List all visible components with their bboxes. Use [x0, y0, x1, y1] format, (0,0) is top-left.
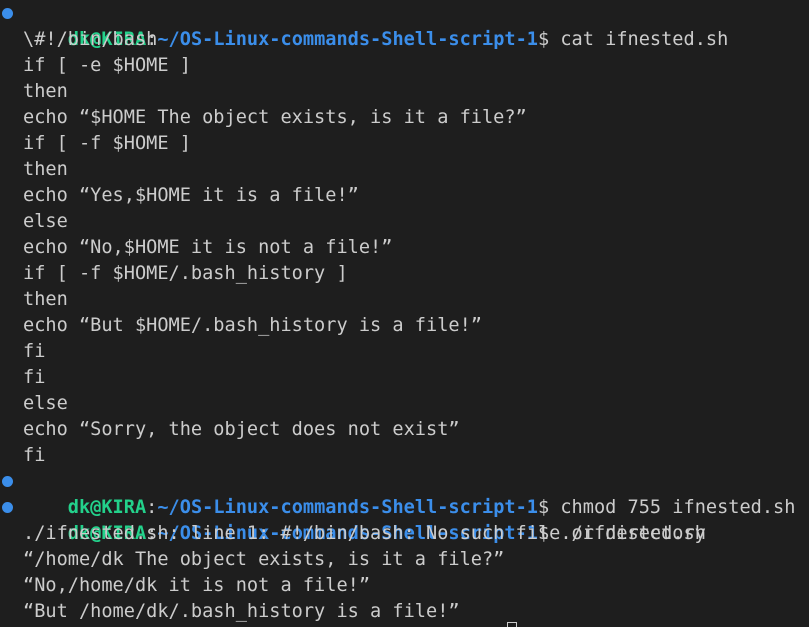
output-line: fi	[23, 341, 46, 362]
command-status-dot-icon[interactable]	[2, 502, 13, 513]
command-status-dot-icon[interactable]	[2, 476, 13, 487]
output-line: then	[23, 289, 68, 310]
output-line: then	[23, 159, 68, 180]
output-line: echo “But $HOME/.bash_history is a file!…	[23, 315, 482, 336]
output-line: echo “Yes,$HOME it is a file!”	[23, 185, 359, 206]
output-line: echo “$HOME The object exists, is it a f…	[23, 107, 527, 128]
output-line: “No,/home/dk it is not a file!”	[23, 575, 371, 596]
output-line: else	[23, 393, 68, 414]
output-line: if [ -f $HOME ]	[23, 133, 191, 154]
output-line: \#!/bin/bash	[23, 29, 158, 50]
prompt-line: dk@KIRA:~/OS-Linux-commands-Shell-script…	[0, 1, 809, 50]
terminal-output: dk@KIRA:~/OS-Linux-commands-Shell-script…	[0, 1, 809, 625]
output-line: echo “Sorry, the object does not exist”	[23, 419, 460, 440]
output-line: fi	[23, 367, 46, 388]
output-line: ./ifnested.sh: line 1: #!/bin/bash: No s…	[23, 523, 706, 544]
output-line: else	[23, 211, 68, 232]
output-line: fi	[23, 445, 46, 466]
output-line: echo “No,$HOME it is not a file!”	[23, 237, 393, 258]
output-line: “But /home/dk/.bash_history is a file!”	[23, 601, 460, 622]
output-line: “/home/dk The object exists, is it a fil…	[23, 549, 505, 570]
output-line: then	[23, 81, 68, 102]
output-line: if [ -e $HOME ]	[23, 55, 191, 76]
output-line: if [ -f $HOME/.bash_history ]	[23, 263, 348, 284]
command-status-dot-icon[interactable]	[2, 8, 13, 19]
prompt-line: dk@KIRA:~/OS-Linux-commands-Shell-script…	[0, 495, 809, 544]
terminal-cursor	[507, 622, 517, 627]
prompt-line: dk@KIRA:~/OS-Linux-commands-Shell-script…	[0, 469, 809, 518]
